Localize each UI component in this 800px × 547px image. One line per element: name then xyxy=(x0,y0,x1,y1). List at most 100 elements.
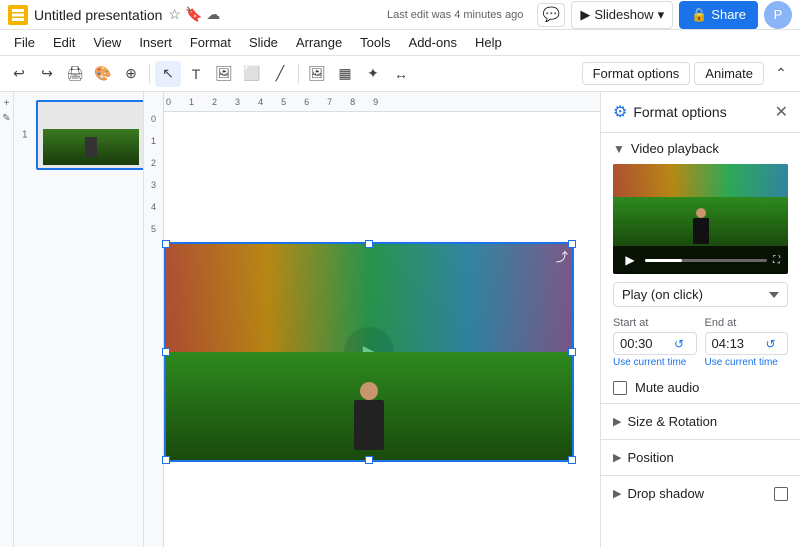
position-header[interactable]: ▶ Position xyxy=(601,440,800,475)
start-use-current-time[interactable]: Use current time xyxy=(613,357,697,368)
cloud-icon[interactable]: ☁ xyxy=(206,6,220,23)
end-refresh-icon[interactable]: ↺ xyxy=(766,337,776,351)
transition-button[interactable]: ↔ xyxy=(388,61,414,87)
paint-format-button[interactable]: 🎨 xyxy=(90,61,116,87)
play-mode-select[interactable]: Play (on click) Play automatically Play … xyxy=(613,282,788,307)
slide-panel: 1 xyxy=(14,92,144,547)
slide-1-thumbnail[interactable] xyxy=(36,100,144,170)
menu-view[interactable]: View xyxy=(85,33,129,52)
progress-bar-container xyxy=(645,259,767,262)
position-section: ▶ Position xyxy=(601,439,800,475)
present-icon: ▶ xyxy=(580,7,590,23)
text-button[interactable]: T xyxy=(183,61,209,87)
end-at-col: End at ↺ Use current time xyxy=(705,317,789,368)
lines-button[interactable]: ╱ xyxy=(267,61,293,87)
animate-button[interactable]: Animate xyxy=(694,62,764,85)
resize-handle-bc[interactable] xyxy=(365,456,373,464)
main-area: + ✎ 1 xyxy=(0,92,800,547)
start-at-col: Start at ↺ Use current time xyxy=(613,317,697,368)
resize-handle-tc[interactable] xyxy=(365,240,373,248)
format-panel-title: Format options xyxy=(633,104,768,120)
video-playback-chevron-icon: ▼ xyxy=(613,142,625,156)
menu-edit[interactable]: Edit xyxy=(45,33,83,52)
print-button[interactable]: 🖨 xyxy=(62,61,88,87)
mute-audio-label: Mute audio xyxy=(635,380,699,395)
resize-handle-bl[interactable] xyxy=(162,456,170,464)
start-at-input[interactable] xyxy=(620,336,670,351)
ruler-v-0: 0 xyxy=(151,114,156,124)
start-refresh-icon[interactable]: ↺ xyxy=(674,337,684,351)
video-element[interactable]: ▶ ⤴ xyxy=(164,242,574,462)
slide-canvas: ▶ ⤴ xyxy=(164,112,600,547)
share-button[interactable]: 🔒 Share xyxy=(679,1,758,29)
background-button[interactable]: 🖼 xyxy=(304,61,330,87)
mute-audio-checkbox[interactable] xyxy=(613,381,627,395)
menu-bar: File Edit View Insert Format Slide Arran… xyxy=(0,30,800,56)
share-lock-icon: 🔒 xyxy=(691,7,707,23)
theme-button[interactable]: ✦ xyxy=(360,61,386,87)
resize-handle-br[interactable] xyxy=(568,456,576,464)
position-chevron-icon: ▶ xyxy=(613,451,621,464)
teacher-figure xyxy=(354,382,384,450)
menu-arrange[interactable]: Arrange xyxy=(288,33,350,52)
menu-file[interactable]: File xyxy=(6,33,43,52)
resize-handle-tl[interactable] xyxy=(162,240,170,248)
present-label: Slideshow xyxy=(594,7,653,22)
menu-slide[interactable]: Slide xyxy=(241,33,286,52)
shapes-button[interactable]: ⬜ xyxy=(239,61,265,87)
menu-insert[interactable]: Insert xyxy=(131,33,180,52)
star-icon[interactable]: ☆ xyxy=(168,6,181,23)
bookmark-icon[interactable]: 🔖 xyxy=(185,6,202,23)
video-playback-section-header[interactable]: ▼ Video playback xyxy=(601,133,800,164)
image-button[interactable]: 🖼 xyxy=(211,61,237,87)
chat-button[interactable]: 💬 xyxy=(537,3,565,27)
preview-teacher-head xyxy=(696,208,706,218)
video-preview-bar: ▶ ⛶ xyxy=(613,246,788,274)
format-options-panel: ⚙ Format options ✕ ▼ Video playback ▶ xyxy=(600,92,800,547)
drop-shadow-checkbox[interactable] xyxy=(774,487,788,501)
redo-button[interactable]: ↪ xyxy=(34,61,60,87)
ruler-horizontal: 0123456789 xyxy=(144,92,600,112)
presentation-title[interactable]: Untitled presentation xyxy=(34,7,162,23)
present-dropdown-icon[interactable]: ▾ xyxy=(658,7,665,23)
classroom-banner xyxy=(166,244,572,352)
format-options-button[interactable]: Format options xyxy=(582,62,691,85)
drop-shadow-header[interactable]: ▶ Drop shadow xyxy=(601,476,800,511)
present-button[interactable]: ▶ Slideshow ▾ xyxy=(571,1,673,29)
toolbar-divider-2 xyxy=(298,64,299,84)
time-inputs-row: Start at ↺ Use current time End at ↺ Use… xyxy=(601,317,800,368)
menu-addons[interactable]: Add-ons xyxy=(401,33,465,52)
app-icon xyxy=(8,5,28,25)
avatar[interactable]: P xyxy=(764,1,792,29)
zoom-button[interactable]: ⊕ xyxy=(118,61,144,87)
canvas-area[interactable]: 0123456789 0 1 2 3 4 5 xyxy=(144,92,600,547)
teacher-body xyxy=(354,400,384,450)
left-strip-add-icon[interactable]: + xyxy=(4,98,10,109)
toolbar-collapse-button[interactable]: ⌃ xyxy=(768,61,794,87)
preview-play-button[interactable]: ▶ xyxy=(621,251,639,269)
toolbar: ↩ ↪ 🖨 🎨 ⊕ ↖ T 🖼 ⬜ ╱ 🖼 ▦ ✦ ↔ Format optio… xyxy=(0,56,800,92)
title-icons: ☆ 🔖 ☁ xyxy=(168,6,220,23)
drop-shadow-section: ▶ Drop shadow xyxy=(601,475,800,511)
resize-handle-tr[interactable] xyxy=(568,240,576,248)
menu-tools[interactable]: Tools xyxy=(352,33,398,52)
undo-button[interactable]: ↩ xyxy=(6,61,32,87)
size-rotation-label: Size & Rotation xyxy=(627,414,788,429)
end-use-current-time[interactable]: Use current time xyxy=(705,357,789,368)
ruler-vertical: 0 1 2 3 4 5 xyxy=(144,92,164,547)
left-strip-pen-icon[interactable]: ✎ xyxy=(2,113,10,124)
resize-handle-ml[interactable] xyxy=(162,348,170,356)
menu-help[interactable]: Help xyxy=(467,33,510,52)
video-playback-label: Video playback xyxy=(631,141,719,156)
progress-bar xyxy=(645,259,682,262)
menu-format[interactable]: Format xyxy=(182,33,239,52)
layout-button[interactable]: ▦ xyxy=(332,61,358,87)
fullscreen-icon[interactable]: ⛶ xyxy=(773,255,780,266)
format-panel-close-button[interactable]: ✕ xyxy=(775,102,788,122)
resize-handle-mr[interactable] xyxy=(568,348,576,356)
external-link-icon[interactable]: ⤴ xyxy=(556,248,568,265)
end-at-input[interactable] xyxy=(712,336,762,351)
size-rotation-header[interactable]: ▶ Size & Rotation xyxy=(601,404,800,439)
select-button[interactable]: ↖ xyxy=(155,61,181,87)
ruler-v-4: 4 xyxy=(151,202,156,212)
